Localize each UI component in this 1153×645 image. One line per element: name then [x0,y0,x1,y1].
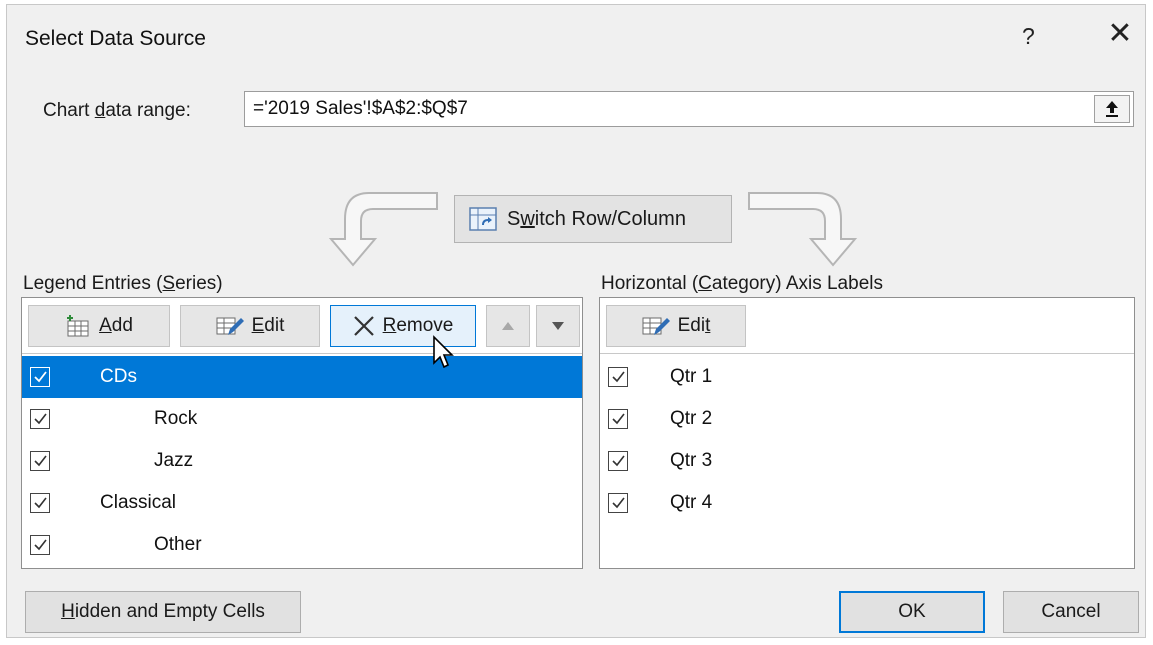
legend-series-item[interactable]: CDs [22,356,582,398]
right-curved-arrow-icon [748,192,858,267]
axis-label-item[interactable]: Qtr 3 [600,440,1134,482]
move-up-button[interactable] [486,305,530,347]
edit-table-icon [216,317,244,335]
dialog-title: Select Data Source [25,27,206,50]
legend-series-item[interactable]: Jazz [22,440,582,482]
axis-labels-label: Horizontal (Category) Axis Labels [601,273,883,294]
axis-toolbar: Edit [600,298,1134,354]
triangle-up-icon [502,322,514,330]
axis-label-checkbox[interactable] [608,493,628,513]
legend-entries-panel: Add Edit Remove CDs Rock Jazz Classical … [21,297,583,569]
series-checkbox[interactable] [30,535,50,555]
move-down-button[interactable] [536,305,580,347]
chart-data-range-input[interactable]: ='2019 Sales'!$A$2:$Q$7 [244,91,1134,127]
series-checkbox[interactable] [30,493,50,513]
chart-data-range-label: Chart data range: [43,100,191,121]
switch-row-column-button[interactable]: Switch Row/Column [454,195,732,243]
axis-label-checkbox[interactable] [608,409,628,429]
legend-series-item[interactable]: Classical [22,482,582,524]
add-table-icon [67,315,89,337]
help-button[interactable]: ? [1022,23,1035,50]
legend-series-item[interactable]: Other [22,524,582,566]
axis-label-item[interactable]: Qtr 1 [600,356,1134,398]
axis-labels-panel: Edit Qtr 1 Qtr 2 Qtr 3 Qtr 4 [599,297,1135,569]
axis-label-checkbox[interactable] [608,451,628,471]
hidden-empty-cells-button[interactable]: Hidden and Empty Cells [25,591,301,633]
ok-button[interactable]: OK [839,591,985,633]
select-data-source-dialog: Select Data Source ? ✕ Chart data range:… [6,4,1146,638]
edit-axis-labels-button[interactable]: Edit [606,305,746,347]
legend-series-item[interactable]: Rock [22,398,582,440]
collapse-dialog-button[interactable] [1094,95,1130,123]
close-icon: ✕ [1107,17,1133,50]
axis-label-item[interactable]: Qtr 4 [600,482,1134,524]
axis-label-item[interactable]: Qtr 2 [600,398,1134,440]
axis-label-checkbox[interactable] [608,367,628,387]
upload-arrow-icon [1106,101,1118,117]
add-series-button[interactable]: Add [28,305,170,347]
remove-x-icon [353,316,374,336]
switch-row-column-icon [469,207,497,231]
edit-table-icon [642,317,670,335]
triangle-down-icon [552,322,564,330]
edit-series-button[interactable]: Edit [180,305,320,347]
series-checkbox[interactable] [30,451,50,471]
series-checkbox[interactable] [30,367,50,387]
close-button[interactable]: ✕ [1105,19,1135,49]
legend-toolbar: Add Edit Remove [22,298,582,354]
left-curved-arrow-icon [328,192,438,267]
mouse-pointer-icon [433,335,454,369]
series-checkbox[interactable] [30,409,50,429]
legend-entries-label: Legend Entries (Series) [23,273,223,294]
cancel-button[interactable]: Cancel [1003,591,1139,633]
